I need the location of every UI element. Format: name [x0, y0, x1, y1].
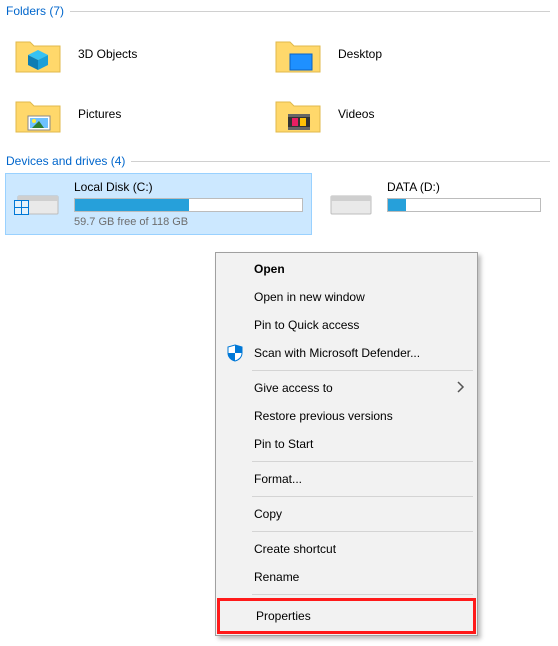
menu-format[interactable]: Format... [218, 465, 475, 493]
folder-label: Videos [338, 107, 374, 121]
menu-label: Format... [254, 472, 302, 486]
folder-icon [14, 30, 62, 78]
folder-pictures[interactable]: Pictures [6, 84, 266, 144]
menu-label: Create shortcut [254, 542, 336, 556]
folder-label: Pictures [78, 107, 121, 121]
menu-separator [252, 594, 473, 595]
defender-shield-icon [224, 342, 246, 364]
folders-section-header[interactable]: Folders (7) [0, 0, 558, 20]
drive-free-text: 59.7 GB free of 118 GB [74, 216, 303, 228]
drives-grid: Local Disk (C:) 59.7 GB free of 118 GB D… [0, 170, 558, 240]
menu-properties[interactable]: Properties [220, 601, 473, 631]
menu-label: Open in new window [254, 290, 365, 304]
drive-local-c[interactable]: Local Disk (C:) 59.7 GB free of 118 GB [6, 174, 311, 234]
folder-videos[interactable]: Videos [266, 84, 526, 144]
menu-separator [252, 531, 473, 532]
folders-grid: 3D Objects Desktop Pictures [0, 20, 558, 150]
menu-label: Rename [254, 570, 299, 584]
menu-label: Properties [256, 609, 311, 623]
menu-label: Scan with Microsoft Defender... [254, 346, 420, 360]
properties-highlight: Properties [217, 598, 476, 634]
menu-label: Pin to Start [254, 437, 313, 451]
folders-section-label: Folders (7) [6, 4, 64, 18]
drive-usage-bar [74, 198, 303, 212]
menu-create-shortcut[interactable]: Create shortcut [218, 535, 475, 563]
menu-pin-quick-access[interactable]: Pin to Quick access [218, 311, 475, 339]
menu-scan-defender[interactable]: Scan with Microsoft Defender... [218, 339, 475, 367]
menu-separator [252, 370, 473, 371]
menu-open[interactable]: Open [218, 255, 475, 283]
drives-section-label: Devices and drives (4) [6, 154, 125, 168]
drive-name: Local Disk (C:) [74, 180, 303, 194]
menu-label: Open [254, 262, 285, 276]
drive-context-menu: Open Open in new window Pin to Quick acc… [215, 252, 478, 636]
folder-label: Desktop [338, 47, 382, 61]
drives-section-header[interactable]: Devices and drives (4) [0, 150, 558, 170]
menu-open-new-window[interactable]: Open in new window [218, 283, 475, 311]
menu-pin-start[interactable]: Pin to Start [218, 430, 475, 458]
menu-give-access-to[interactable]: Give access to [218, 374, 475, 402]
drive-icon [327, 180, 375, 220]
menu-label: Copy [254, 507, 282, 521]
menu-separator [252, 461, 473, 462]
folder-icon [274, 90, 322, 138]
menu-copy[interactable]: Copy [218, 500, 475, 528]
section-divider [70, 11, 550, 12]
folder-icon [14, 90, 62, 138]
folder-desktop[interactable]: Desktop [266, 24, 526, 84]
drive-data-d[interactable]: DATA (D:) [319, 174, 549, 234]
menu-label: Give access to [254, 381, 333, 395]
drive-usage-bar [387, 198, 541, 212]
menu-restore-versions[interactable]: Restore previous versions [218, 402, 475, 430]
folder-3d-objects[interactable]: 3D Objects [6, 24, 266, 84]
drive-icon [14, 180, 62, 220]
menu-label: Pin to Quick access [254, 318, 359, 332]
section-divider [131, 161, 550, 162]
chevron-right-icon [457, 381, 465, 396]
drive-name: DATA (D:) [387, 180, 541, 194]
menu-separator [252, 496, 473, 497]
folder-label: 3D Objects [78, 47, 137, 61]
menu-label: Restore previous versions [254, 409, 393, 423]
menu-rename[interactable]: Rename [218, 563, 475, 591]
folder-icon [274, 30, 322, 78]
